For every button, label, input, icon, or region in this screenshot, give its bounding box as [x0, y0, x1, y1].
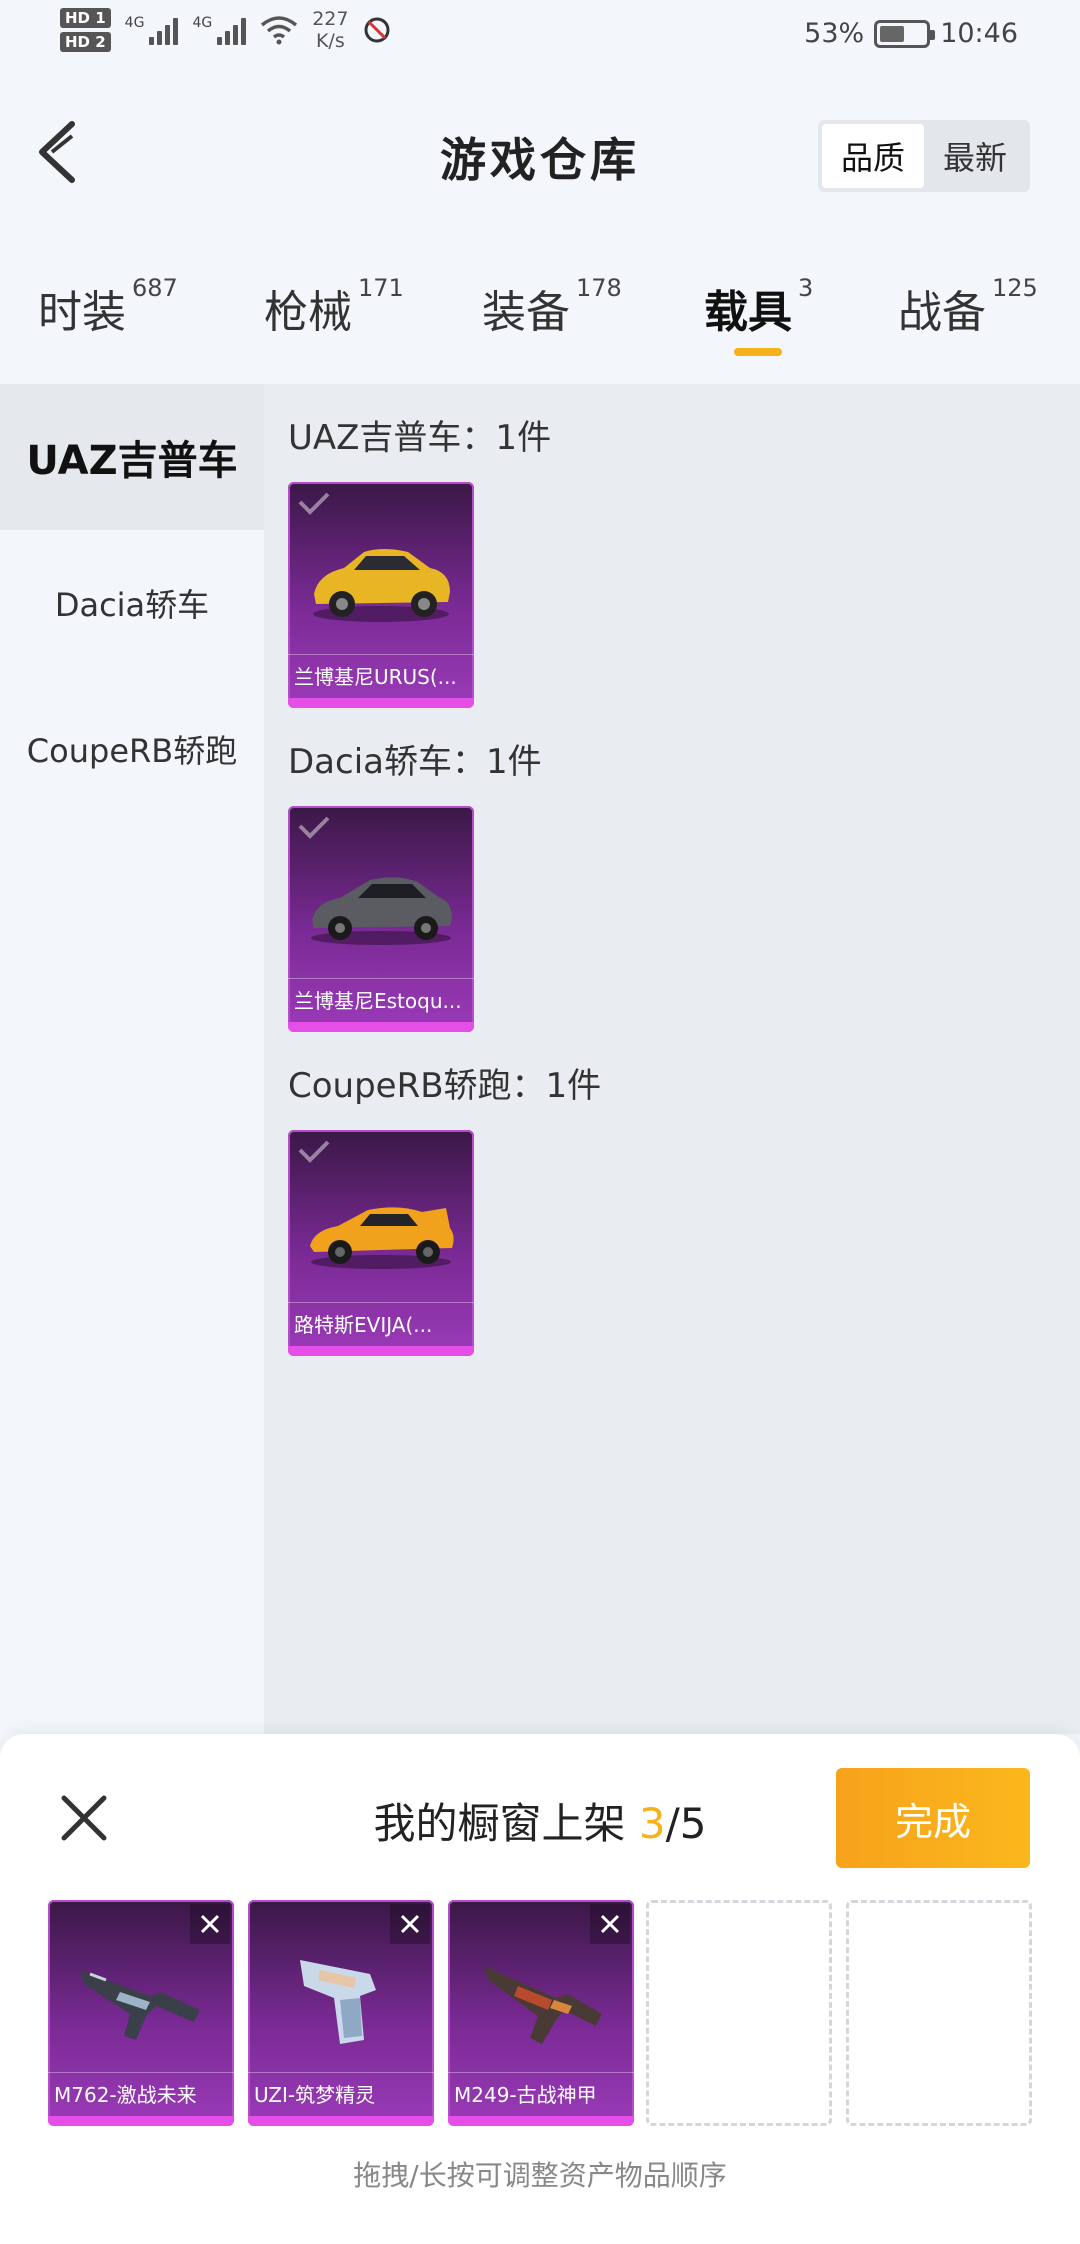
remove-icon[interactable] — [190, 1904, 230, 1944]
tab-label: 时装 — [38, 287, 126, 338]
vehicle-name: 兰博基尼URUS(... — [288, 654, 474, 698]
rifle-icon — [80, 1970, 200, 2040]
tab-label: 战备 — [898, 287, 986, 338]
reorder-hint: 拖拽/长按可调整资产物品顺序 — [353, 2159, 727, 2192]
vehicle-name: 兰博基尼Estoqu... — [288, 978, 474, 1022]
tab-count: 3 — [798, 274, 814, 302]
tab-label: 枪械 — [264, 287, 352, 338]
status-left: HD 1 HD 2 4G 4G 227 K/s — [60, 8, 392, 52]
rarity-bar — [248, 2116, 434, 2126]
showcase-slot-3[interactable]: M249-古战神甲 — [448, 1900, 634, 2126]
sim1-label: 4G — [124, 15, 145, 31]
speed-unit: K/s — [315, 30, 345, 52]
showcase-slot-2[interactable]: UZI-筑梦精灵 — [248, 1900, 434, 2126]
slot-item-name: UZI-筑梦精灵 — [248, 2072, 434, 2116]
tab-fashion[interactable]: 时装 687 — [38, 274, 178, 340]
sort-quality-button[interactable]: 品质 — [822, 124, 924, 188]
status-right: 53% 10:46 — [804, 18, 1018, 49]
gray-sedan-icon — [311, 877, 452, 945]
showcase-current-count: 3 — [638, 1799, 666, 1848]
orange-sportscar-icon — [310, 1207, 454, 1269]
speed-value: 227 — [312, 8, 349, 30]
rarity-bar — [48, 2116, 234, 2126]
tab-equipment[interactable]: 装备 178 — [482, 274, 622, 340]
done-button[interactable]: 完成 — [836, 1768, 1030, 1868]
signal-sim1-icon: 4G — [125, 15, 179, 45]
showcase-title-prefix: 我的橱窗上架 — [373, 1799, 626, 1848]
tab-count: 171 — [358, 274, 404, 302]
vehicle-card-estoque[interactable]: 兰博基尼Estoqu... — [288, 806, 474, 1032]
tab-label: 载具 — [704, 287, 792, 338]
remove-icon[interactable] — [390, 1904, 430, 1944]
category-tabs: 时装 687 枪械 171 装备 178 载具 3 战备 125 — [0, 240, 1080, 384]
active-tab-indicator — [734, 348, 782, 356]
hd-indicators: HD 1 HD 2 — [60, 8, 111, 52]
signal-sim2-icon: 4G — [192, 15, 247, 45]
hd2-badge: HD 2 — [60, 32, 111, 52]
tab-count: 178 — [576, 274, 622, 302]
tab-count: 687 — [132, 274, 178, 302]
check-icon — [298, 816, 330, 839]
smg-icon — [300, 1960, 376, 2044]
sidebar-item-uaz[interactable]: UAZ吉普车 — [0, 384, 264, 530]
check-icon — [298, 1140, 330, 1163]
battery-icon — [874, 19, 936, 48]
check-icon — [298, 492, 330, 515]
tab-vehicles[interactable]: 载具 3 — [704, 274, 814, 340]
remove-icon[interactable] — [590, 1904, 630, 1944]
tab-count: 125 — [992, 274, 1038, 302]
tab-guns[interactable]: 枪械 171 — [264, 274, 404, 340]
app-notification-icon — [364, 17, 390, 43]
empty-showcase-slot[interactable] — [846, 1900, 1032, 2126]
sort-toggle: 品质 最新 — [818, 120, 1030, 192]
showcase-sheet: 我的橱窗上架 3/5 完成 M762-激战未来 UZI-筑梦精灵 M249-古战… — [0, 1734, 1080, 2244]
vehicle-list: UAZ吉普车：1件 兰博基尼URUS(... Dacia轿车：1件 兰博基尼Es… — [264, 384, 1080, 1734]
vehicle-card-urus[interactable]: 兰博基尼URUS(... — [288, 482, 474, 708]
empty-showcase-slot[interactable] — [646, 1900, 832, 2126]
sidebar-item-dacia[interactable]: Dacia轿车 — [0, 530, 264, 676]
showcase-total: /5 — [665, 1799, 707, 1848]
slot-item-name: M762-激战未来 — [48, 2072, 234, 2116]
battery-percent: 53% — [804, 18, 865, 49]
battery-fill — [880, 25, 904, 42]
rarity-bar — [288, 698, 474, 708]
sidebar-item-couperb[interactable]: CoupeRB轿跑 — [0, 676, 264, 822]
rarity-bar — [288, 1022, 474, 1032]
network-speed: 227 K/s — [312, 8, 348, 52]
clock: 10:46 — [940, 18, 1018, 49]
app-header: 游戏仓库 品质 最新 — [0, 72, 1080, 240]
sort-newest-button[interactable]: 最新 — [924, 124, 1026, 188]
showcase-slot-1[interactable]: M762-激战未来 — [48, 1900, 234, 2126]
tab-label: 装备 — [482, 287, 570, 338]
yellow-suv-icon — [313, 549, 450, 622]
machinegun-icon — [484, 1966, 602, 2044]
vehicle-card-evija[interactable]: 路特斯EVIJA(... — [288, 1130, 474, 1356]
wifi-icon — [261, 16, 298, 45]
rarity-bar — [448, 2116, 634, 2126]
subcategory-sidebar: UAZ吉普车 Dacia轿车 CoupeRB轿跑 — [0, 384, 264, 1734]
slot-item-name: M249-古战神甲 — [448, 2072, 634, 2116]
vehicle-name: 路特斯EVIJA(... — [288, 1302, 474, 1346]
tab-supplies[interactable]: 战备 125 — [898, 274, 1038, 340]
sim2-label: 4G — [192, 15, 213, 31]
status-bar: HD 1 HD 2 4G 4G 227 K/s 53% 10:46 — [0, 0, 1080, 72]
hd1-badge: HD 1 — [60, 8, 111, 28]
group-title-uaz: UAZ吉普车：1件 — [288, 418, 552, 458]
rarity-bar — [288, 1346, 474, 1356]
group-title-dacia: Dacia轿车：1件 — [288, 742, 542, 782]
group-title-couperb: CoupeRB轿跑：1件 — [288, 1066, 602, 1106]
